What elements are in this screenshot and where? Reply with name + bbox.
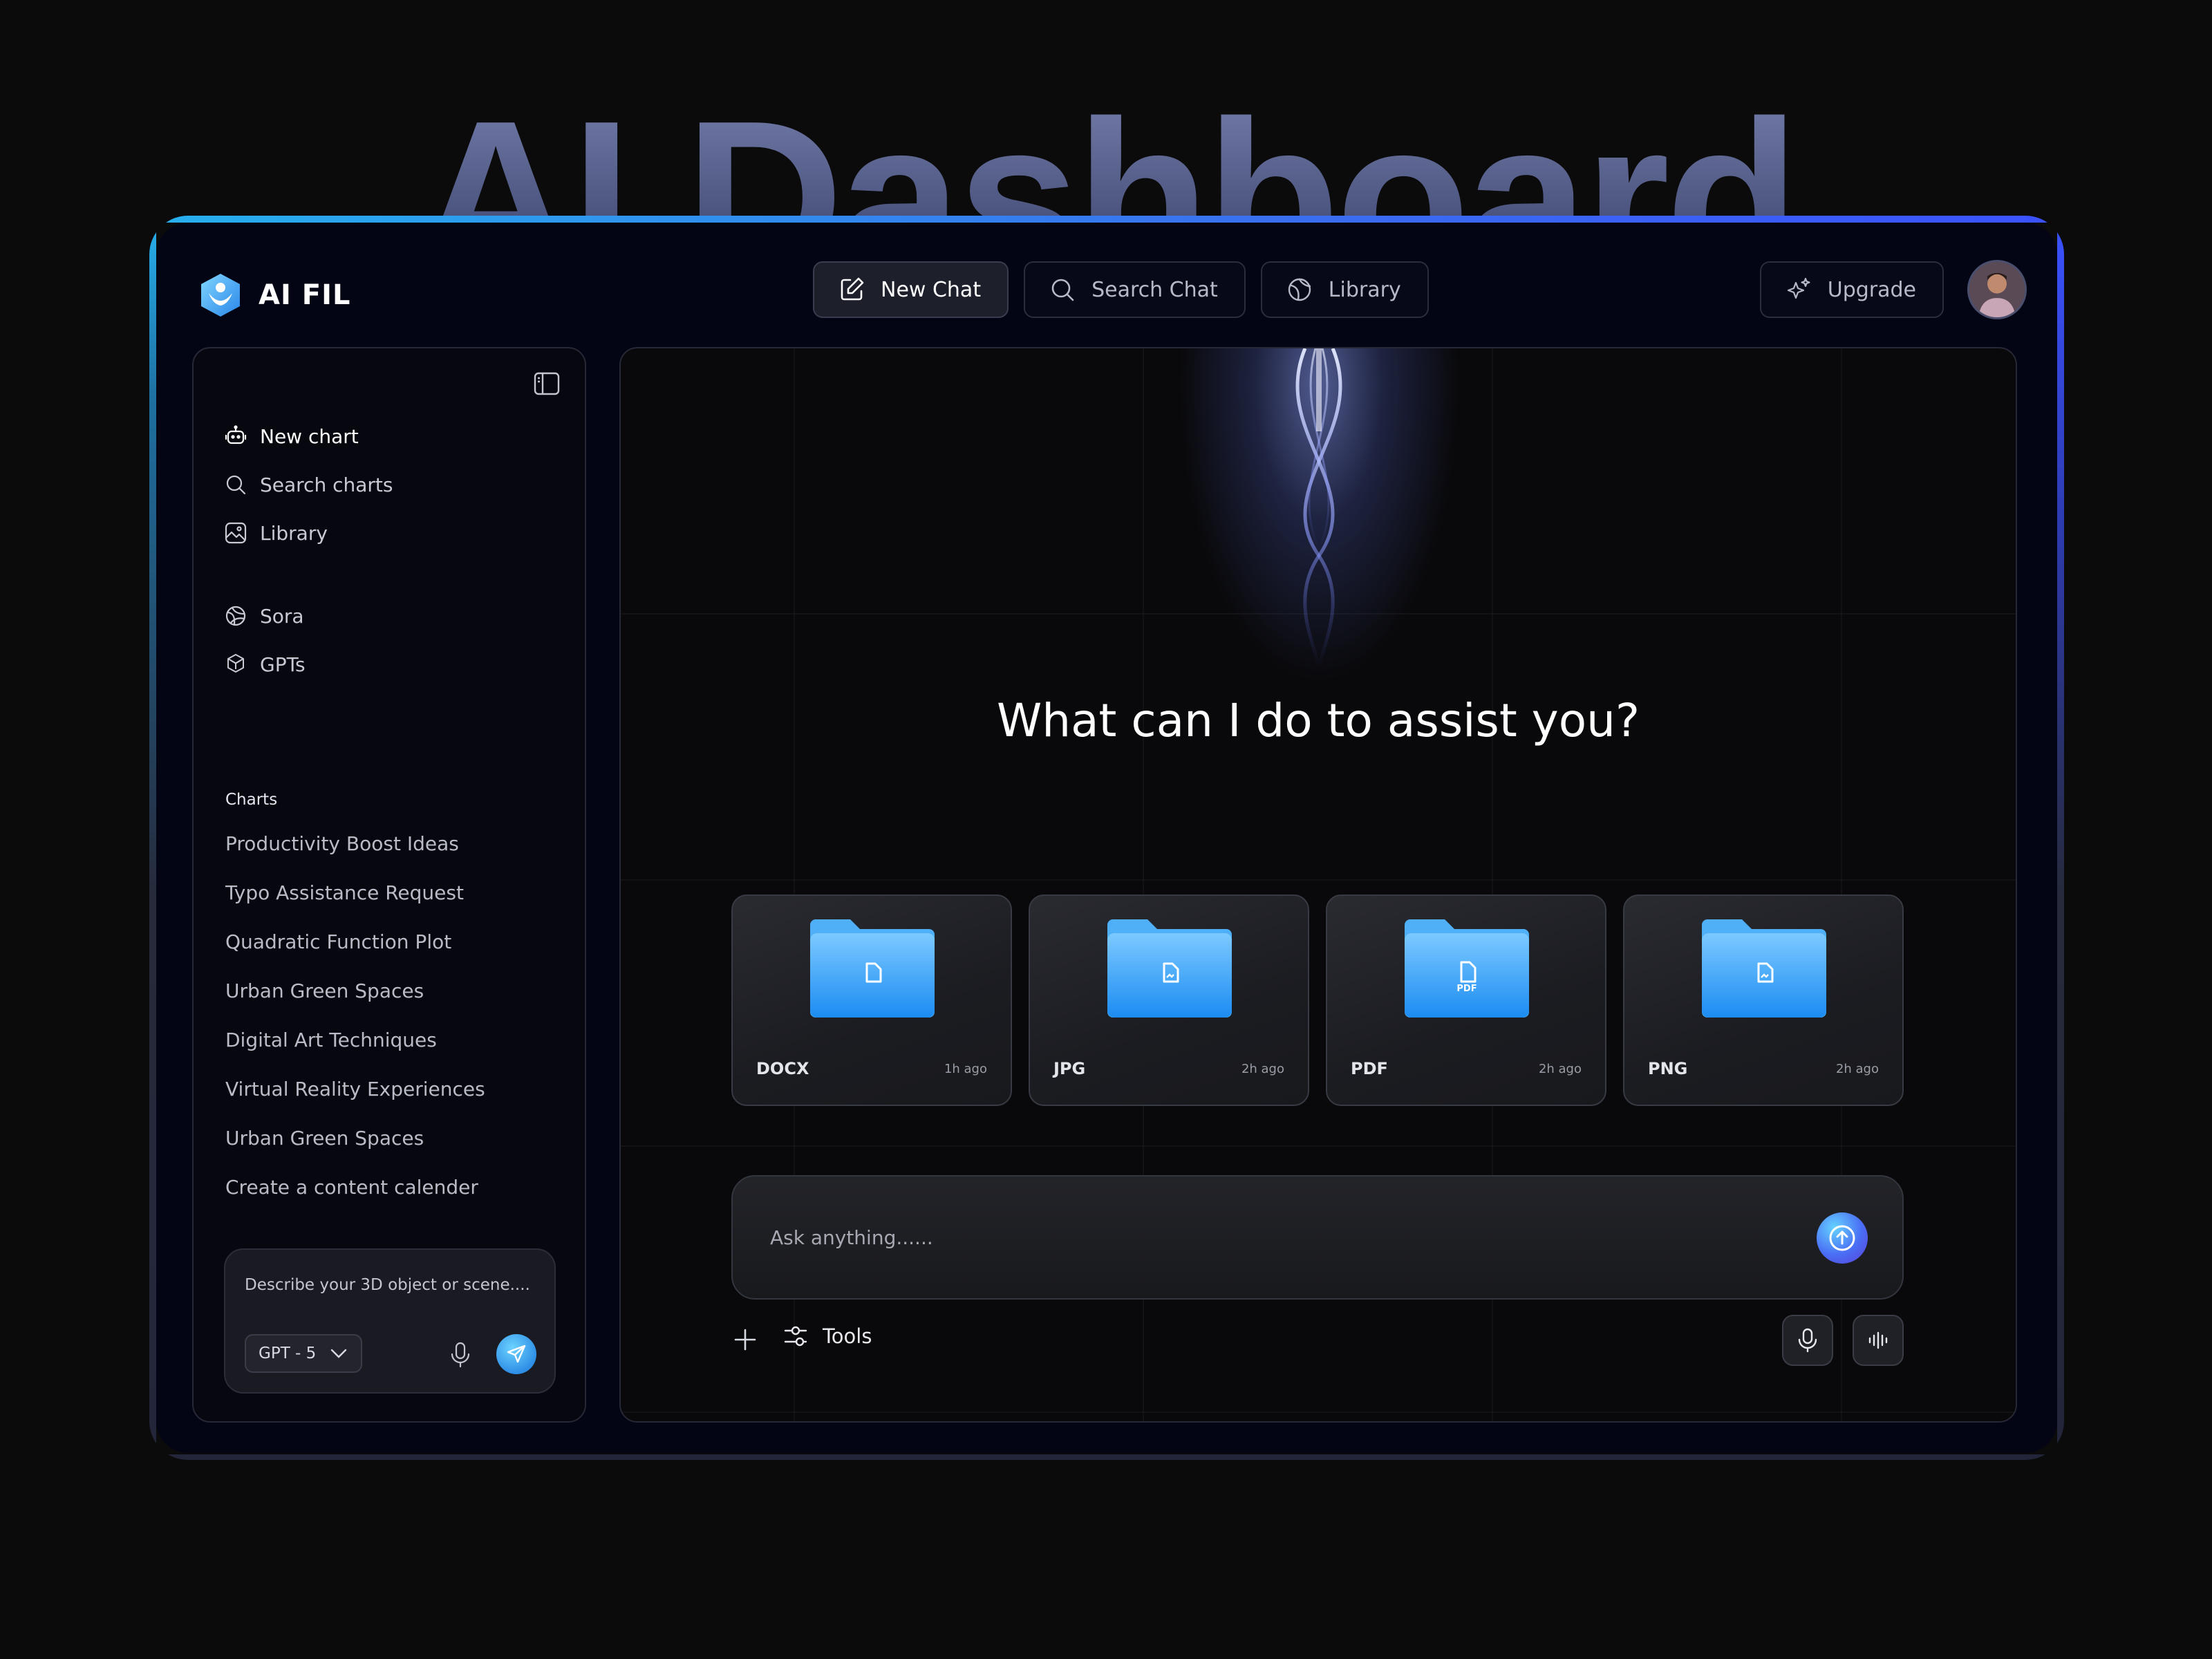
chart-history-item[interactable]: Urban Green Spaces [225,980,424,1002]
ask-input[interactable] [770,1218,1738,1257]
folder-icon [1107,919,1232,1018]
ask-bar [731,1175,1904,1300]
search-chat-label: Search Chat [1091,277,1218,302]
sidebar-item-search-charts[interactable]: Search charts [224,473,393,496]
top-navigation: New Chat Search Chat Library [813,261,1429,318]
composer-prompt-field[interactable]: Describe your 3D object or scene.... [245,1276,530,1294]
tools-row: Tools [731,1315,1904,1366]
sidebar-item-label: Library [260,521,328,545]
sidebar-item-gpts[interactable]: GPTs [224,653,306,676]
file-card-png[interactable]: PNG 2h ago [1623,894,1904,1106]
app-frame: AI FIL New Chat Search Chat Library Upgr… [149,216,2064,1460]
voice-input-button[interactable] [1782,1315,1833,1366]
folder-icon [1702,919,1826,1018]
search-chat-button[interactable]: Search Chat [1024,261,1246,318]
sidebar-item-library[interactable]: Library [224,521,328,545]
sidebar-toggle-icon[interactable] [534,372,560,395]
recent-files: DOCX 1h ago JPG 2h ago PDF PDF 2h ago PN… [731,894,1904,1106]
pdf-badge: PDF [1456,984,1477,994]
sparkle-icon [1787,277,1810,299]
logo-icon [201,274,240,317]
tools-button[interactable]: Tools [782,1323,872,1349]
model-select-value: GPT - 5 [259,1344,317,1362]
file-card-docx[interactable]: DOCX 1h ago [731,894,1012,1106]
file-timestamp: 2h ago [1538,1062,1582,1076]
bot-icon [225,425,247,444]
folder-icon [810,919,935,1018]
chart-history-item[interactable]: Virtual Reality Experiences [225,1078,485,1100]
file-card-pdf[interactable]: PDF PDF 2h ago [1326,894,1606,1106]
avatar[interactable] [1967,260,2027,319]
tools-label: Tools [823,1324,872,1348]
model-select[interactable]: GPT - 5 [245,1334,362,1373]
edit-icon [841,277,864,301]
new-chat-label: New Chat [881,277,982,302]
sora-icon [225,606,246,626]
folder-icon: PDF [1405,919,1529,1018]
file-type-label: PDF [1351,1059,1388,1078]
library-icon [1288,278,1311,301]
sidebar-item-label: GPTs [260,653,306,676]
send-icon [507,1344,526,1363]
file-timestamp: 2h ago [1241,1062,1284,1076]
sidebar-item-new-chart[interactable]: New chart [224,424,359,448]
arrow-up-circle-icon [1829,1225,1855,1251]
helix-light-graphic [1295,348,1342,666]
chart-history-item[interactable]: Urban Green Spaces [225,1127,424,1150]
sidebar-item-label: New chart [260,424,359,448]
library-button[interactable]: Library [1260,261,1429,318]
file-timestamp: 1h ago [944,1062,987,1076]
sidebar-item-label: Sora [260,604,304,628]
audio-waveform-icon [1868,1331,1888,1349]
main-panel: What can I do to assist you? DOCX 1h ago [619,347,2017,1423]
chart-history-item[interactable]: Typo Assistance Request [225,881,464,904]
chart-history-item[interactable]: Productivity Boost Ideas [225,832,459,855]
user-avatar-icon [1969,262,2025,317]
sidebar-item-label: Search charts [260,473,393,496]
chart-history-item[interactable]: Digital Art Techniques [225,1029,437,1051]
file-type-label: PNG [1648,1059,1688,1078]
microphone-icon [1798,1328,1817,1353]
ask-send-button[interactable] [1817,1212,1868,1264]
file-timestamp: 2h ago [1835,1062,1879,1076]
chevron-down-icon [331,1349,347,1358]
hero-title: AI Dashboard [0,64,2212,230]
gpts-icon [227,654,244,673]
app-window: AI FIL New Chat Search Chat Library Upgr… [156,223,2057,1453]
file-card-jpg[interactable]: JPG 2h ago [1029,894,1309,1106]
composer-send-button[interactable] [496,1334,536,1374]
search-icon [226,475,246,495]
app-logo[interactable]: AI FIL [199,272,350,318]
hero-title-text: AI Dashboard [416,64,1799,230]
file-type-label: DOCX [756,1059,809,1078]
upgrade-button[interactable]: Upgrade [1759,261,1944,318]
chart-history-item[interactable]: Create a content calender [225,1176,478,1199]
app-name: AI FIL [259,279,351,311]
microphone-icon[interactable] [448,1341,473,1369]
upgrade-label: Upgrade [1827,277,1916,302]
file-type-label: JPG [1053,1059,1086,1078]
chart-history-item[interactable]: Quadratic Function Plot [225,930,451,953]
new-chat-button[interactable]: New Chat [813,261,1009,318]
search-icon [1051,279,1074,301]
sidebar: New chart Search charts Library Sora GPT… [192,347,586,1423]
main-headline: What can I do to assist you? [997,694,1640,747]
sidebar-item-sora[interactable]: Sora [224,604,304,628]
charts-section-title: Charts [225,791,278,809]
plus-icon[interactable] [731,1326,759,1353]
sidebar-composer: Describe your 3D object or scene.... GPT… [224,1248,556,1394]
image-icon [225,522,247,544]
sliders-icon [784,1326,807,1347]
library-label: Library [1328,277,1401,302]
voice-mode-button[interactable] [1853,1315,1904,1366]
